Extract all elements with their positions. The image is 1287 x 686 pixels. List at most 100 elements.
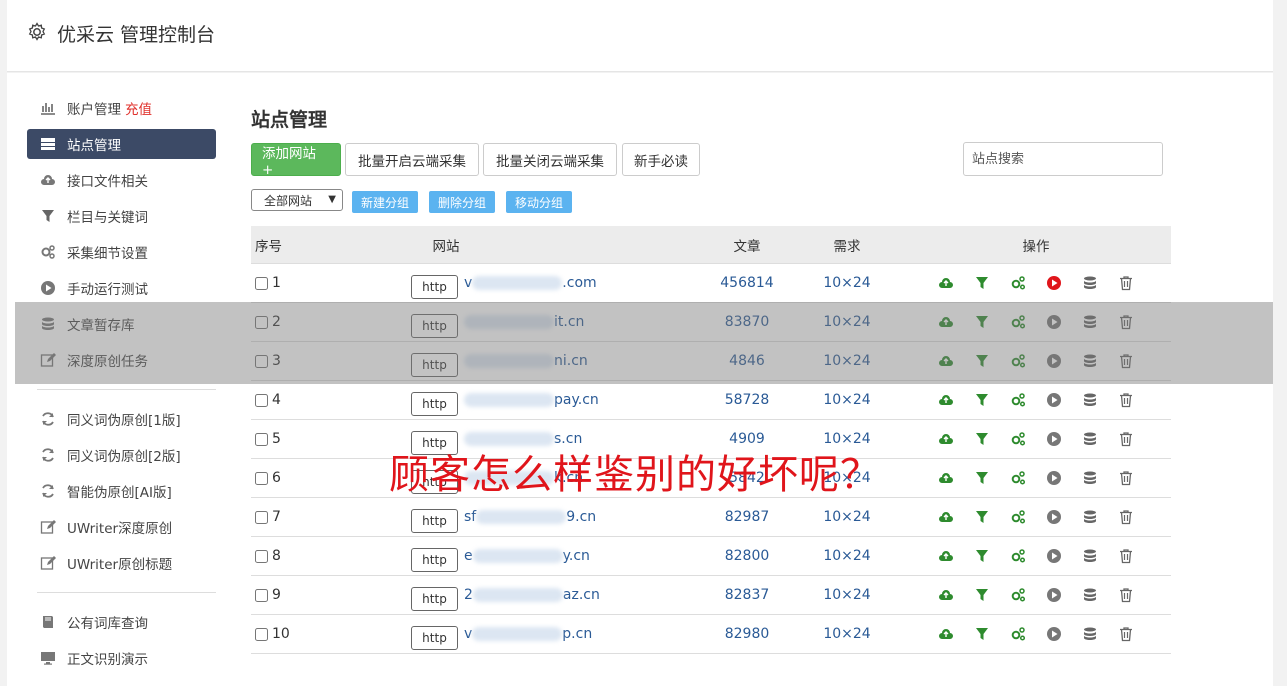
- need-cell[interactable]: 10×24: [793, 587, 901, 603]
- sidebar-item[interactable]: 采集细节设置: [27, 237, 216, 267]
- recharge-link[interactable]: 充值: [125, 98, 152, 118]
- protocol-badge[interactable]: http: [411, 626, 458, 650]
- trash-icon[interactable]: [1108, 468, 1144, 488]
- trash-icon[interactable]: [1108, 507, 1144, 527]
- database-icon[interactable]: [1072, 390, 1108, 410]
- filter-icon[interactable]: [964, 585, 1000, 605]
- need-cell[interactable]: 10×24: [793, 275, 901, 291]
- site-domain-link[interactable]: e y.cn: [464, 548, 590, 564]
- need-cell[interactable]: 10×24: [793, 509, 901, 525]
- row-checkbox[interactable]: [255, 549, 268, 563]
- site-domain-link[interactable]: pay.cn: [464, 392, 599, 408]
- database-icon[interactable]: [1072, 546, 1108, 566]
- batch-enable-cloud-button[interactable]: 批量开启云端采集: [345, 143, 479, 176]
- row-checkbox[interactable]: [255, 627, 268, 641]
- play-circle-icon[interactable]: [1036, 390, 1072, 410]
- play-circle-icon[interactable]: [1036, 585, 1072, 605]
- protocol-badge[interactable]: http: [411, 275, 458, 299]
- play-circle-icon[interactable]: [1036, 429, 1072, 449]
- trash-icon[interactable]: [1108, 273, 1144, 293]
- play-circle-icon[interactable]: [1036, 546, 1072, 566]
- play-circle-icon[interactable]: [1036, 507, 1072, 527]
- filter-icon[interactable]: [964, 546, 1000, 566]
- sidebar-item[interactable]: 正文识别演示: [27, 643, 216, 673]
- filter-icon[interactable]: [964, 273, 1000, 293]
- gears-icon[interactable]: [1000, 273, 1036, 293]
- row-checkbox[interactable]: [255, 471, 268, 485]
- filter-icon[interactable]: [964, 624, 1000, 644]
- sidebar-item[interactable]: 同义词伪原创[2版]: [27, 440, 216, 470]
- row-checkbox[interactable]: [255, 393, 268, 407]
- articles-cell[interactable]: 456814: [701, 275, 793, 291]
- need-cell[interactable]: 10×24: [793, 626, 901, 642]
- gears-icon[interactable]: [1000, 390, 1036, 410]
- trash-icon[interactable]: [1108, 546, 1144, 566]
- site-domain-link[interactable]: v .com: [464, 275, 597, 291]
- row-checkbox[interactable]: [255, 276, 268, 290]
- beginner-guide-button[interactable]: 新手必读: [622, 143, 700, 176]
- site-domain-link[interactable]: 2 az.cn: [464, 587, 600, 603]
- sidebar-item[interactable]: 公有词库查询: [27, 607, 216, 637]
- play-circle-icon[interactable]: [1036, 273, 1072, 293]
- need-cell[interactable]: 10×24: [793, 392, 901, 408]
- articles-cell[interactable]: 82800: [701, 548, 793, 564]
- gears-icon[interactable]: [1000, 624, 1036, 644]
- gears-icon[interactable]: [1000, 468, 1036, 488]
- add-site-button[interactable]: 添加网站 +: [251, 143, 341, 178]
- trash-icon[interactable]: [1108, 390, 1144, 410]
- sidebar-item[interactable]: 接口文件相关: [27, 165, 216, 195]
- cloud-upload-icon[interactable]: [928, 273, 964, 293]
- protocol-badge[interactable]: http: [411, 548, 458, 572]
- trash-icon[interactable]: [1108, 624, 1144, 644]
- database-icon[interactable]: [1072, 429, 1108, 449]
- cloud-upload-icon[interactable]: [928, 390, 964, 410]
- sidebar-item[interactable]: 同义词伪原创[1版]: [27, 404, 216, 434]
- sidebar-item[interactable]: UWriter深度原创: [27, 512, 216, 542]
- database-icon[interactable]: [1072, 273, 1108, 293]
- play-circle-icon[interactable]: [1036, 624, 1072, 644]
- sidebar-item[interactable]: 站点管理: [27, 129, 216, 159]
- new-group-button[interactable]: 新建分组: [352, 191, 419, 213]
- sidebar-item[interactable]: UWriter原创标题: [27, 548, 216, 578]
- cloud-upload-icon[interactable]: [928, 585, 964, 605]
- site-domain-link[interactable]: sf 9.cn: [464, 509, 596, 525]
- cloud-upload-icon[interactable]: [928, 624, 964, 644]
- articles-cell[interactable]: 82980: [701, 626, 793, 642]
- trash-icon[interactable]: [1108, 585, 1144, 605]
- delete-group-button[interactable]: 删除分组: [429, 191, 496, 213]
- filter-icon[interactable]: [964, 390, 1000, 410]
- gears-icon[interactable]: [1000, 546, 1036, 566]
- site-search-input[interactable]: [963, 142, 1163, 176]
- sidebar-item[interactable]: 手动运行测试: [27, 273, 216, 303]
- gears-icon[interactable]: [1000, 507, 1036, 527]
- row-checkbox[interactable]: [255, 588, 268, 602]
- sidebar-item[interactable]: 智能伪原创[AI版]: [27, 476, 216, 506]
- database-icon[interactable]: [1072, 585, 1108, 605]
- database-icon[interactable]: [1072, 507, 1108, 527]
- group-select[interactable]: 全部网站 ▼: [251, 189, 343, 211]
- cloud-upload-icon[interactable]: [928, 468, 964, 488]
- filter-icon[interactable]: [964, 468, 1000, 488]
- cloud-upload-icon[interactable]: [928, 507, 964, 527]
- articles-cell[interactable]: 58728: [701, 392, 793, 408]
- sidebar-item[interactable]: 栏目与关键词: [27, 201, 216, 231]
- filter-icon[interactable]: [964, 507, 1000, 527]
- row-checkbox[interactable]: [255, 510, 268, 524]
- row-checkbox[interactable]: [255, 432, 268, 446]
- protocol-badge[interactable]: http: [411, 509, 458, 533]
- gears-icon[interactable]: [1000, 429, 1036, 449]
- sidebar-item[interactable]: 账户管理 充值: [27, 93, 216, 123]
- play-circle-icon[interactable]: [1036, 468, 1072, 488]
- batch-disable-cloud-button[interactable]: 批量关闭云端采集: [483, 143, 617, 176]
- filter-icon[interactable]: [964, 429, 1000, 449]
- database-icon[interactable]: [1072, 468, 1108, 488]
- site-domain-link[interactable]: v p.cn: [464, 626, 592, 642]
- database-icon[interactable]: [1072, 624, 1108, 644]
- articles-cell[interactable]: 82987: [701, 509, 793, 525]
- protocol-badge[interactable]: http: [411, 392, 458, 416]
- gears-icon[interactable]: [1000, 585, 1036, 605]
- need-cell[interactable]: 10×24: [793, 548, 901, 564]
- articles-cell[interactable]: 82837: [701, 587, 793, 603]
- protocol-badge[interactable]: http: [411, 587, 458, 611]
- trash-icon[interactable]: [1108, 429, 1144, 449]
